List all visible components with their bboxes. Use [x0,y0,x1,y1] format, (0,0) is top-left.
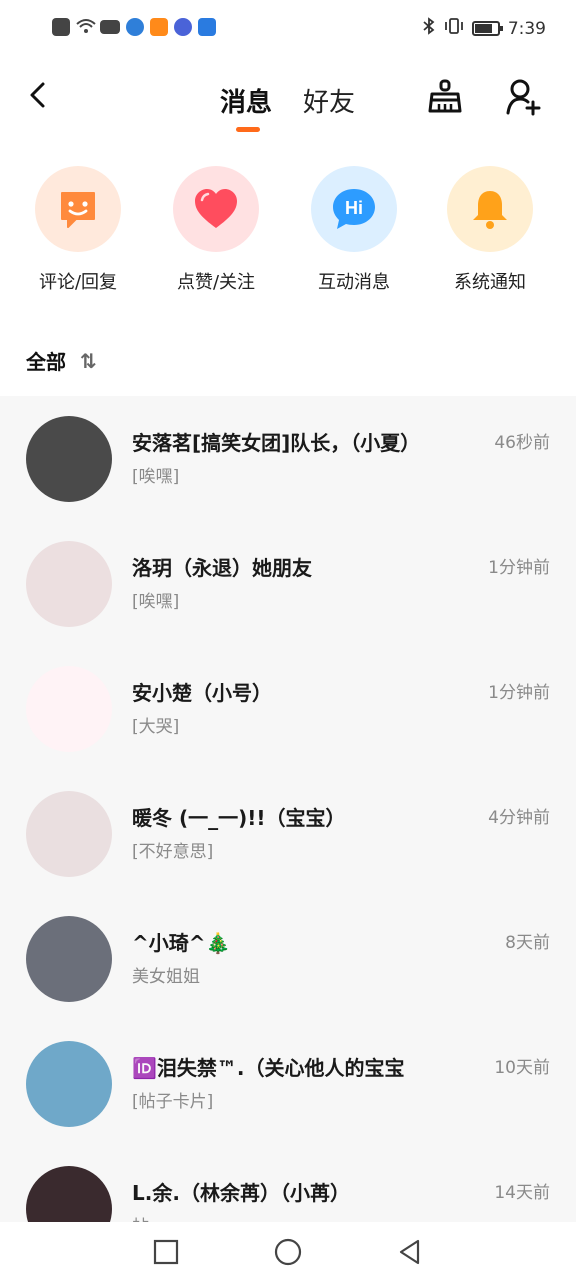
avatar [26,916,112,1002]
bluetooth-icon [422,17,436,40]
quick-action-label: 互动消息 [318,272,390,293]
add-user-icon [506,79,541,116]
message-time: 14天前 [494,1183,550,1203]
last-message: [大哭] [132,717,180,737]
avatar [26,791,112,877]
conversation-row[interactable]: 安落茗[搞笑女团]队长，（小夏） [唉嘿] 46秒前 [0,396,576,521]
likes-follows-entry[interactable]: 点赞/关注 [156,166,276,294]
conversation-row[interactable]: 暖冬 (一_一)!!（宝宝） [不好意思] 4分钟前 [0,771,576,896]
status-time: 7:39 [507,18,546,39]
alert-icon [52,18,70,36]
last-message: [帖子卡片] [132,1092,214,1112]
contact-name: 安小楚（小号） [132,681,272,705]
status-bar: 7:39 [0,0,576,58]
heart-icon [195,189,237,228]
quick-action-label: 评论/回复 [38,272,118,293]
message-time: 46秒前 [494,433,550,453]
last-message: [不好意思] [132,842,214,862]
comments-replies-icon-bg [35,166,121,252]
back-nav-button[interactable] [396,1238,424,1266]
avatar [26,1041,112,1127]
header: 消息 好友 [0,70,576,140]
circle-icon [274,1238,302,1266]
bell-icon [473,191,507,229]
avatar [26,416,112,502]
message-time: 10天前 [494,1058,550,1078]
system-notifications-icon-bg [447,166,533,252]
section-header: 全部 ⇅ [26,346,97,375]
comment-icon [61,192,95,228]
likes-follows-icon-bg [173,166,259,252]
message-time: 1分钟前 [488,683,550,703]
conversation-list: 安落茗[搞笑女团]队长，（小夏） [唉嘿] 46秒前 洛玥（永退）她朋友 [唉嘿… [0,396,576,1222]
status-system-icons: 7:39 [422,17,546,40]
interaction-messages-icon-bg: Hi [311,166,397,252]
last-message: [唉嘿] [132,592,180,612]
contact-name: 洛玥（永退）她朋友 [132,556,312,580]
message-time: 1分钟前 [488,558,550,578]
vibrate-icon [444,17,464,40]
conversation-row[interactable]: ^小琦^🎄 美女姐姐 8天前 [0,896,576,1021]
avatar [26,1166,112,1222]
square-icon [153,1239,179,1265]
camera-icon [100,20,120,34]
notification-icon [198,18,216,36]
comments-replies-entry[interactable]: 评论/回复 [18,166,138,294]
wifi-icon [76,18,96,36]
tab-messages[interactable]: 消息 [220,82,272,119]
back-button[interactable] [24,80,54,110]
broom-icon [428,79,462,113]
video-app-icon [150,18,168,36]
last-message: 美女姐姐 [132,967,200,987]
message-time: 8天前 [505,933,550,953]
conversation-row[interactable]: 安小楚（小号） [大哭] 1分钟前 [0,646,576,771]
system-navigation-bar [0,1222,576,1280]
conversation-row[interactable]: 洛玥（永退）她朋友 [唉嘿] 1分钟前 [0,521,576,646]
battery-icon [471,21,503,36]
chevron-left-icon [30,82,45,108]
clear-unread-button[interactable] [426,78,464,116]
conversation-row[interactable]: 🆔泪失禁™.（关心他人的宝宝 [帖子卡片] 10天前 [0,1021,576,1146]
quick-actions: 评论/回复 点赞/关注 Hi 互动消息 系统通知 [0,166,576,296]
last-message: [唉嘿] [132,467,180,487]
interaction-messages-entry[interactable]: Hi 互动消息 [294,166,414,294]
section-title: 全部 [26,350,66,374]
last-message: 帖 [132,1212,149,1222]
triangle-back-icon [399,1239,420,1265]
status-notification-icons [52,18,216,36]
contact-name: L.余.（林余苒）（小苒） [132,1181,350,1205]
browser-icon [126,18,144,36]
home-button[interactable] [274,1238,302,1266]
avatar [26,666,112,752]
svg-text:Hi: Hi [345,198,363,218]
contact-name: 暖冬 (一_一)!!（宝宝） [132,806,346,830]
conversation-row[interactable]: L.余.（林余苒）（小苒） 帖 14天前 [0,1146,576,1222]
contact-name: ^小琦^🎄 [132,931,231,955]
message-time: 4分钟前 [488,808,550,828]
sort-icon[interactable]: ⇅ [80,349,97,373]
quick-action-label: 系统通知 [454,272,526,293]
contact-name: 🆔泪失禁™.（关心他人的宝宝 [132,1056,405,1080]
recent-apps-button[interactable] [152,1238,180,1266]
avatar [26,541,112,627]
hi-bubble-icon: Hi [333,189,375,229]
quick-action-label: 点赞/关注 [176,272,256,293]
system-notifications-entry[interactable]: 系统通知 [430,166,550,294]
tab-friends[interactable]: 好友 [303,82,355,119]
active-tab-indicator [236,127,260,132]
contact-name: 安落茗[搞笑女团]队长，（小夏） [132,431,421,455]
music-icon [174,18,192,36]
add-friend-button[interactable] [505,78,545,116]
